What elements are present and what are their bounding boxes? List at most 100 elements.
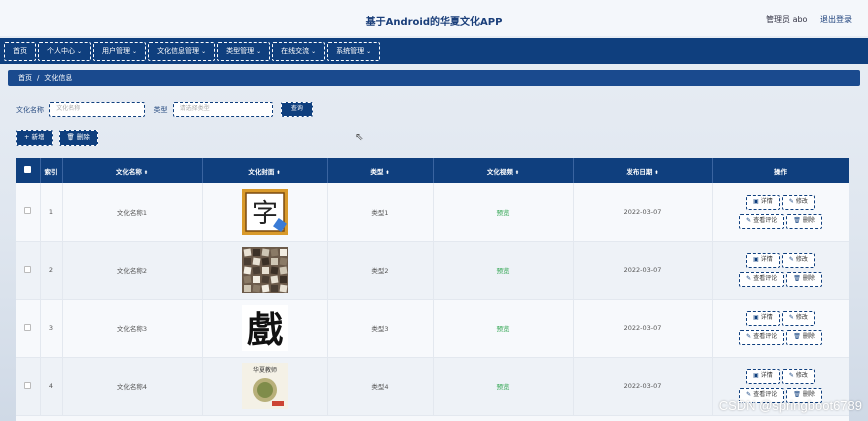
type-label: 类型 (153, 105, 168, 114)
nav-item-4[interactable]: 类型管理 ⌄ (217, 42, 271, 61)
row-cover[interactable]: 华夏教师 (202, 357, 328, 415)
doc-icon: ▣ (753, 372, 759, 379)
add-button[interactable]: + 新增 (16, 130, 53, 146)
row-delete-button-label: 删除 (802, 216, 815, 224)
comments-button[interactable]: ✎ 查看评论 (739, 213, 785, 229)
table-row: 1 文化名称1 字类型1 预览 2022-03-07 ▣ 详情 ✎ 修改✎ 查看评论 🗑 删除 (16, 183, 849, 241)
header-name[interactable]: 文化名称 ⬍ (62, 158, 203, 183)
header-select-all[interactable] (16, 158, 41, 183)
detail-button[interactable]: ▣ 详情 (746, 311, 780, 326)
detail-button-label: 详情 (760, 372, 773, 379)
select-all-checkbox[interactable] (24, 166, 32, 173)
pencil-icon: ✎ (788, 372, 794, 379)
comments-button-label: 查看评论 (753, 333, 778, 340)
row-delete-button[interactable]: 🗑 删除 (786, 272, 822, 287)
chevron-down-icon: ⌄ (201, 48, 207, 55)
sort-icon: ⬍ (385, 169, 390, 176)
action-toolbar: + 新增 🗑 删除 (16, 130, 104, 146)
nav-item-6[interactable]: 系统管理 ⌄ (327, 42, 381, 61)
breadcrumb: 首页 / 文化信息 (8, 70, 860, 86)
row-delete-button-label: 删除 (802, 333, 815, 340)
delete-button-label: 删除 (76, 133, 90, 141)
culture-table: 索引 文化名称 ⬍ 文化封面 ⬍ 类型 ⬍ 文化视频 ⬍ 发布日期 ⬍ 操作 1 文化名称1… (16, 158, 849, 421)
edit-button-label: 修改 (795, 197, 808, 205)
chevron-down-icon: ⌄ (311, 48, 317, 55)
edit-button[interactable]: ✎ 修改 (781, 253, 815, 268)
video-preview-link[interactable]: 预览 (497, 325, 510, 333)
row-ops: ▣ 详情 ✎ 修改✎ 查看评论 🗑 删除 (712, 299, 849, 357)
doc-icon: ▣ (753, 314, 759, 321)
user-area: 管理员 abo 退出登录 (756, 14, 852, 25)
row-cover[interactable]: 字 (202, 183, 328, 241)
type-select[interactable]: 请选择类型 (172, 102, 273, 117)
edit-button-label: 修改 (795, 256, 808, 263)
row-delete-button[interactable]: 🗑 删除 (786, 330, 822, 345)
breadcrumb-current: 文化信息 (44, 74, 73, 82)
name-search-input[interactable]: 文化名称 (49, 102, 146, 117)
breadcrumb-home[interactable]: 首页 (18, 74, 32, 82)
row-index: 1 (40, 183, 63, 241)
trash-icon: 🗑 (793, 391, 801, 398)
row-type: 类型4 (327, 357, 434, 415)
detail-button-label: 详情 (760, 314, 773, 321)
row-ops: ▣ 详情 ✎ 修改✎ 查看评论 🗑 删除 (712, 183, 849, 241)
edit-button[interactable]: ✎ 修改 (781, 311, 815, 326)
row-delete-button-label: 删除 (802, 275, 815, 282)
row-date: 2022-03-07 (573, 183, 713, 241)
nav-item-label: 个人中心 (47, 47, 75, 55)
search-button[interactable]: 查询 (280, 102, 313, 117)
delete-button[interactable]: 🗑 删除 (58, 130, 98, 146)
logout-link[interactable]: 退出登录 (820, 15, 852, 24)
nav-item-1[interactable]: 个人中心 ⌄ (38, 42, 92, 61)
row-checkbox[interactable] (24, 265, 32, 273)
header-video[interactable]: 文化视频 ⬍ (433, 158, 574, 183)
nav-item-label: 文化信息管理 (157, 47, 200, 55)
nav-item-2[interactable]: 用户管理 ⌄ (93, 42, 147, 61)
nav-item-0[interactable]: 首页 (4, 42, 36, 61)
nav-item-5[interactable]: 在线交流 ⌄ (272, 42, 326, 61)
detail-button[interactable]: ▣ 详情 (746, 369, 780, 384)
comments-button[interactable]: ✎ 查看评论 (739, 330, 785, 345)
row-cover[interactable] (202, 241, 328, 299)
trash-icon: 🗑 (793, 333, 801, 340)
row-type: 类型1 (327, 183, 434, 241)
header-date[interactable]: 发布日期 ⬍ (573, 158, 713, 183)
sort-icon: ⬍ (276, 169, 281, 176)
row-delete-button[interactable]: 🗑 删除 (786, 213, 822, 229)
comments-button[interactable]: ✎ 查看评论 (739, 272, 785, 287)
table-header-row: 索引 文化名称 ⬍ 文化封面 ⬍ 类型 ⬍ 文化视频 ⬍ 发布日期 ⬍ 操作 (16, 158, 849, 183)
header-index: 索引 (40, 158, 63, 183)
video-preview-link[interactable]: 预览 (497, 267, 510, 275)
comments-button-label: 查看评论 (753, 391, 778, 398)
app-header: 基于Android的华夏文化APP 管理员 abo 退出登录 (0, 0, 868, 36)
video-preview-link[interactable]: 预览 (497, 383, 510, 391)
nav-item-3[interactable]: 文化信息管理 ⌄ (148, 42, 216, 61)
row-select[interactable] (16, 241, 41, 299)
row-select[interactable] (16, 299, 41, 357)
edit-button-label: 修改 (795, 372, 808, 379)
video-preview-link[interactable]: 预览 (497, 209, 510, 217)
pencil-icon: ✎ (746, 333, 752, 340)
nav-item-label: 在线交流 (281, 47, 310, 55)
row-cover[interactable]: 戲 (202, 299, 328, 357)
detail-button[interactable]: ▣ 详情 (746, 253, 780, 268)
header-date-label: 发布日期 (626, 167, 653, 176)
detail-button[interactable]: ▣ 详情 (746, 194, 780, 210)
row-ops: ▣ 详情 ✎ 修改 ✎ 查看评论 🗑 删除 (712, 241, 849, 299)
edit-button[interactable]: ✎ 修改 (781, 369, 815, 384)
trash-icon: 🗑 (66, 133, 75, 141)
header-type[interactable]: 类型 ⬍ (327, 158, 434, 183)
svg-text:戲: 戲 (246, 309, 282, 351)
app-title: 基于Android的华夏文化APP (365, 17, 503, 28)
row-date: 2022-03-07 (573, 241, 713, 299)
header-cover[interactable]: 文化封面 ⬍ (202, 158, 328, 183)
row-checkbox[interactable] (24, 323, 32, 331)
row-select[interactable] (16, 183, 41, 241)
row-checkbox[interactable] (24, 207, 32, 215)
row-select[interactable] (16, 357, 41, 415)
pencil-icon: ✎ (788, 197, 794, 205)
pencil-icon: ✎ (746, 216, 752, 224)
sort-icon: ⬍ (654, 169, 659, 176)
row-checkbox[interactable] (24, 381, 32, 389)
edit-button[interactable]: ✎ 修改 (781, 194, 815, 210)
